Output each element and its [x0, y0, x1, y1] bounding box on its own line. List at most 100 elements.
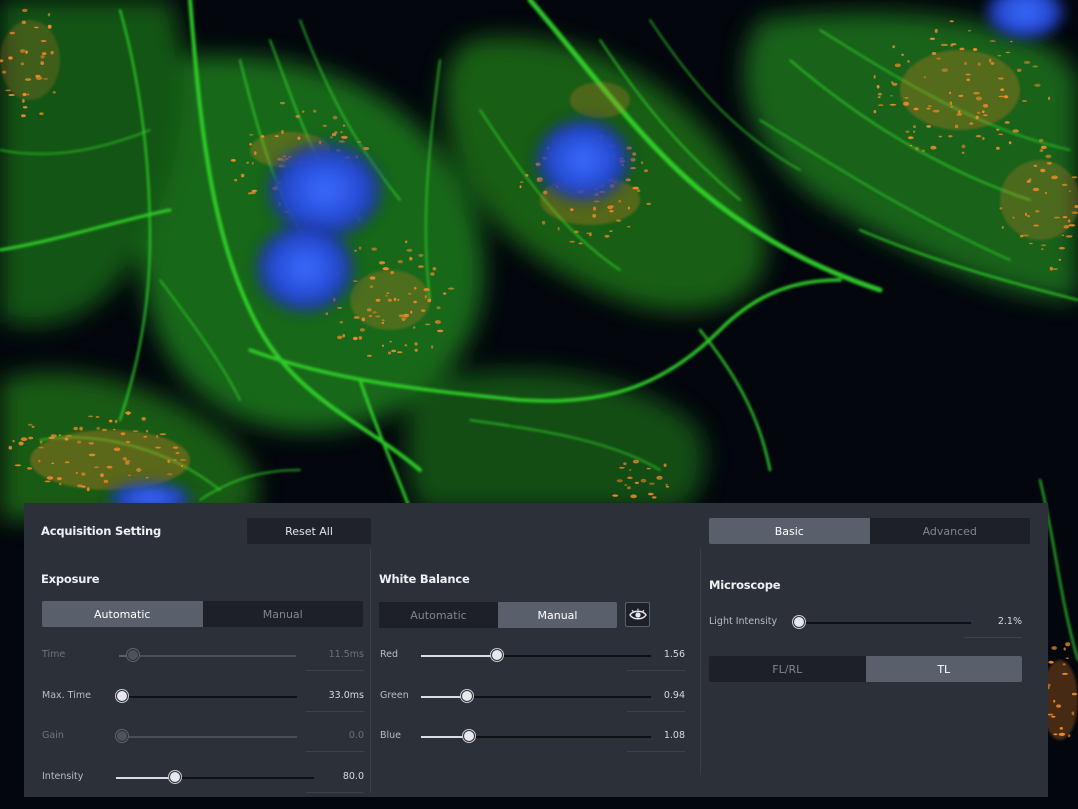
exposure-automatic-option[interactable]: Automatic: [42, 601, 203, 627]
mitochondria-speckle: [22, 98, 25, 103]
mitochondria-speckle: [22, 92, 27, 97]
mitochondria-speckle: [295, 115, 301, 118]
exposure-title: Exposure: [41, 572, 100, 586]
mitochondria-speckle: [141, 417, 146, 421]
mitochondria-speckle: [404, 344, 408, 347]
mitochondria-speckle: [904, 96, 909, 99]
mitochondria-speckle: [337, 307, 343, 309]
exposure-manual-option[interactable]: Manual: [203, 601, 364, 627]
mitochondria-speckle: [663, 463, 667, 467]
mitochondria-speckle: [1012, 129, 1019, 133]
mitochondria-speckle: [640, 161, 644, 165]
light-intensity-slider-handle[interactable]: [792, 616, 805, 628]
reset-all-button[interactable]: Reset All: [247, 518, 371, 544]
max-time-slider-handle[interactable]: [116, 689, 128, 702]
mitochondria-speckle: [1004, 121, 1010, 124]
mitochondria-speckle: [931, 52, 937, 55]
mitochondria-speckle: [627, 225, 631, 228]
mitochondria-speckle: [969, 122, 974, 125]
mitochondria-speckle: [1053, 733, 1058, 736]
mitochondria-speckle: [873, 75, 876, 79]
max-time-slider[interactable]: [116, 689, 297, 702]
mitochondria-speckle: [103, 479, 109, 484]
wb-blue-slider-handle[interactable]: [463, 730, 476, 742]
intensity-label: Intensity: [42, 770, 84, 782]
mitochondria-speckle: [1005, 51, 1011, 54]
mitochondria-speckle: [909, 144, 913, 147]
mitochondria-speckle: [175, 452, 180, 454]
mitochondria-speckle: [1032, 187, 1040, 192]
mitochondria-speckle: [873, 110, 877, 114]
mitochondria-speckle: [570, 208, 574, 212]
mitochondria-speckle: [337, 335, 343, 340]
mitochondria-speckle: [1027, 215, 1030, 218]
mitochondria-speckle: [996, 128, 1000, 131]
wb-red-slider[interactable]: [421, 649, 651, 661]
mitochondria-speckle: [50, 434, 57, 438]
mitochondria-speckle: [397, 260, 403, 264]
mitochondria-speckle: [646, 467, 651, 470]
mitochondria-speckle: [519, 185, 522, 189]
wb-preview-button[interactable]: [625, 602, 650, 627]
mitochondria-speckle: [1049, 266, 1053, 271]
mitochondria-speckle: [625, 178, 631, 182]
mitochondria-speckle: [21, 114, 26, 118]
mitochondria-speckle: [982, 110, 985, 113]
tab-basic[interactable]: Basic: [709, 518, 870, 544]
mitochondria-speckle: [8, 56, 13, 60]
mitochondria-speckle: [972, 48, 978, 51]
mitochondria-speckle: [403, 313, 410, 318]
mitochondria-speckle: [437, 329, 444, 333]
mitochondria-speckle: [390, 271, 394, 275]
mitochondria-speckle: [155, 446, 161, 449]
mitochondria-speckle: [927, 105, 932, 108]
wb-green-slider[interactable]: [421, 689, 651, 702]
mitochondria-speckle: [1016, 68, 1022, 73]
mitochondria-speckle: [982, 104, 989, 108]
mitochondria-speckle: [616, 219, 622, 223]
wb-red-slider-handle[interactable]: [490, 649, 503, 661]
mitochondria-speckle: [352, 280, 358, 282]
mitochondria-speckle: [1034, 83, 1041, 87]
mitochondria-speckle: [124, 459, 131, 463]
mitochondria-speckle: [912, 130, 916, 133]
mitochondria-speckle: [941, 68, 949, 72]
mitochondria-speckle: [51, 462, 55, 465]
wb-manual-option[interactable]: Manual: [498, 602, 617, 628]
illumination-fl-rl-option[interactable]: FL/RL: [709, 656, 866, 682]
illumination-tl-option[interactable]: TL: [865, 656, 1022, 682]
mitochondria-speckle: [8, 445, 13, 450]
mitochondria-speckle: [901, 53, 904, 56]
mitochondria-speckle: [64, 437, 69, 441]
wb-green-slider-handle[interactable]: [461, 689, 473, 702]
mitochondria-speckle: [961, 144, 966, 149]
mitochondria-speckle: [936, 57, 941, 60]
mitochondria-speckle: [929, 37, 936, 40]
mitochondria-speckle: [81, 472, 86, 476]
tab-advanced[interactable]: Advanced: [870, 518, 1031, 544]
mitochondria-speckle: [983, 114, 988, 117]
intensity-slider-fill: [116, 776, 176, 779]
mitochondria-speckle: [341, 135, 348, 139]
intensity-slider[interactable]: [116, 770, 314, 783]
mitochondria-speckle: [525, 174, 529, 177]
mitochondria-speckle: [88, 453, 96, 457]
mitochondria-speckle: [1058, 258, 1062, 261]
mitochondria-speckle: [996, 146, 1000, 150]
mitochondria-speckle: [251, 161, 254, 165]
mitochondria-speckle: [543, 190, 548, 195]
mitochondria-speckle: [997, 54, 1002, 57]
intensity-slider-handle[interactable]: [169, 770, 182, 783]
mitochondria-speckle: [58, 482, 62, 486]
mitochondria-speckle: [358, 246, 362, 250]
mitochondria-speckle: [37, 459, 41, 463]
wb-blue-slider[interactable]: [421, 730, 651, 742]
mitochondria-speckle: [574, 230, 579, 234]
mitochondria-speckle: [5, 89, 11, 92]
wb-automatic-option[interactable]: Automatic: [379, 602, 498, 628]
mitochondria-speckle: [424, 323, 431, 326]
mitochondria-speckle: [1067, 219, 1071, 223]
mitochondria-speckle: [108, 419, 113, 423]
mitochondria-speckle: [915, 146, 919, 151]
light-intensity-slider[interactable]: [792, 616, 971, 628]
